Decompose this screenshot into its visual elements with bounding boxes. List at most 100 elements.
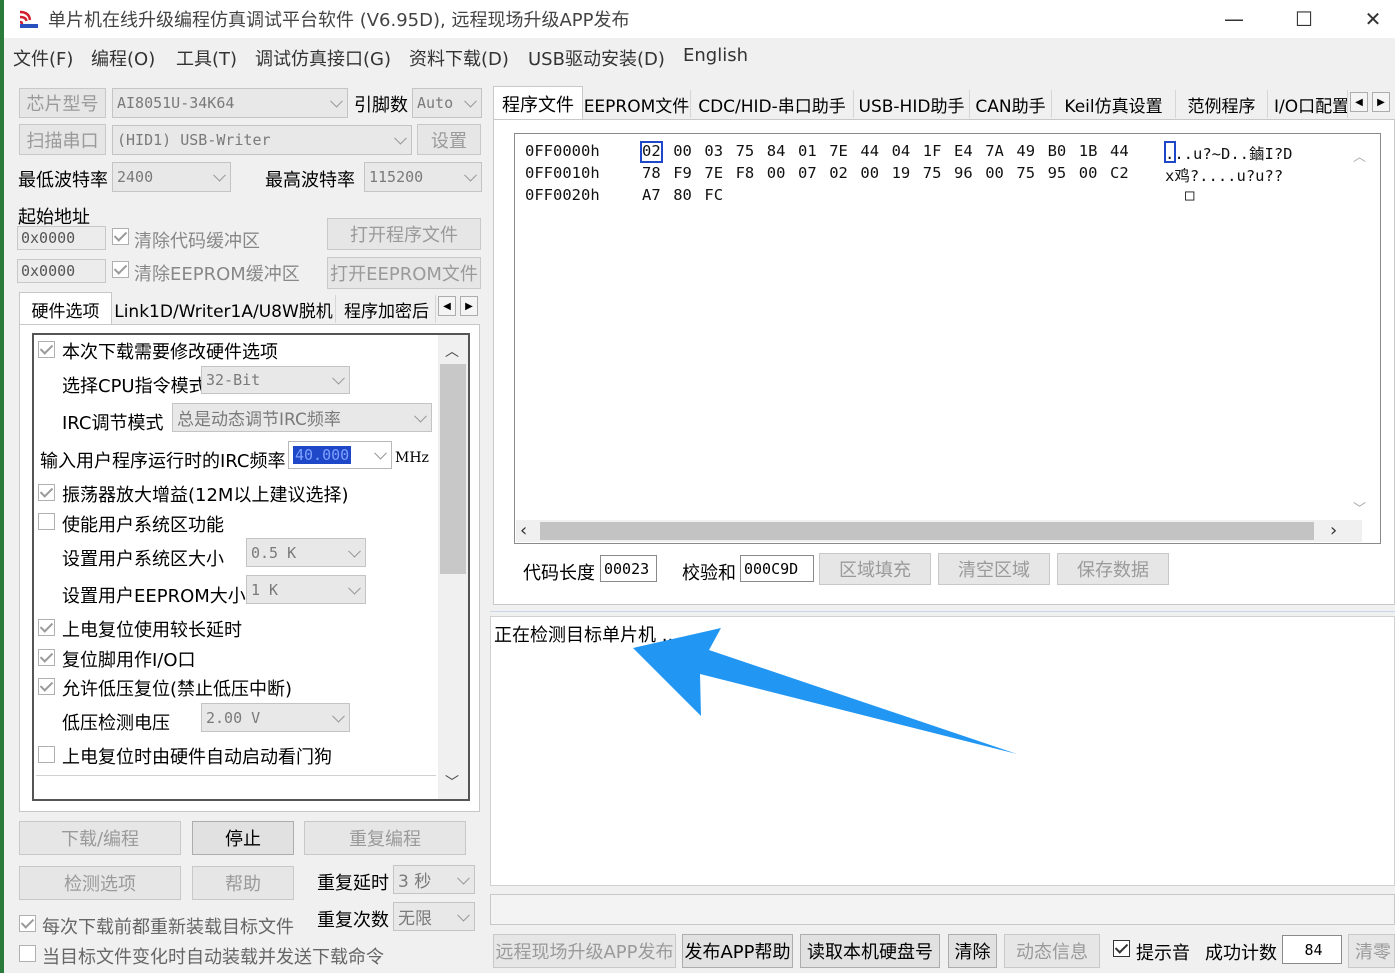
scroll-down-icon[interactable]: ﹀	[445, 772, 459, 792]
irc-mode-select[interactable]: 总是动态调节IRC频率	[172, 403, 432, 432]
reset-pin-io-checkbox[interactable]	[38, 649, 55, 666]
hex-byte: 1F	[922, 142, 942, 160]
menu-tools[interactable]: 工具(T)	[176, 45, 237, 71]
cpu-mode-value: 32-Bit	[206, 371, 261, 389]
user-eeprom-size-label: 设置用户EEPROM大小	[62, 586, 246, 607]
hex-hscrollbar-thumb[interactable]	[540, 522, 1314, 540]
save-data-button[interactable]: 保存数据	[1057, 553, 1169, 585]
right-tab-scroll-left-button[interactable]: ◀	[1350, 92, 1368, 112]
publish-app-button[interactable]: 远程现场升级APP发布	[493, 934, 676, 968]
menu-file[interactable]: 文件(F)	[13, 45, 73, 71]
checksum-value: 000C9D	[740, 555, 814, 582]
osc-gain-checkbox[interactable]	[38, 484, 55, 501]
menu-program[interactable]: 编程(O)	[91, 45, 155, 71]
scan-port-button[interactable]: 扫描串口	[19, 124, 106, 155]
close-button[interactable]: ✕	[1338, 0, 1395, 38]
chevron-down-icon	[213, 168, 226, 182]
stop-button[interactable]: 停止	[192, 821, 294, 855]
right-tab-scroll-right-button[interactable]: ▶	[1372, 92, 1390, 112]
cpu-mode-select[interactable]: 32-Bit	[201, 366, 350, 394]
chevron-down-icon	[457, 871, 470, 885]
tab-cdc-hid-serial[interactable]: CDC/HID-串口助手	[691, 90, 854, 118]
read-disk-id-button[interactable]: 读取本机硬盘号	[800, 934, 940, 968]
modify-hw-options-checkbox[interactable]	[38, 341, 55, 358]
min-baud-select[interactable]: 2400	[112, 162, 231, 192]
clear-count-button[interactable]: 清零	[1348, 934, 1395, 968]
minimize-button[interactable]: —	[1199, 0, 1269, 38]
menu-debug-interface[interactable]: 调试仿真接口(G)	[255, 45, 391, 71]
port-select[interactable]: (HID1) USB-Writer	[112, 125, 412, 155]
repeat-count-select[interactable]: 无限	[393, 902, 475, 931]
download-program-button[interactable]: 下载/编程	[19, 821, 181, 855]
auto-load-checkbox[interactable]	[19, 945, 36, 962]
chip-type-button[interactable]: 芯片型号	[19, 88, 106, 118]
port-settings-button[interactable]: 设置	[417, 124, 481, 155]
irc-mode-value: 总是动态调节IRC频率	[177, 410, 341, 430]
tab-can[interactable]: CAN助手	[970, 90, 1052, 118]
hex-scroll-up-icon[interactable]: ︿	[1353, 146, 1366, 165]
repeat-program-button[interactable]: 重复编程	[304, 821, 466, 855]
help-button[interactable]: 帮助	[192, 866, 294, 900]
tab-examples[interactable]: 范例程序	[1176, 90, 1268, 118]
user-eeprom-size-select[interactable]: 1 K	[246, 575, 366, 604]
hex-address: 0FF0010h	[525, 164, 600, 182]
clear-area-button[interactable]: 清空区域	[938, 553, 1050, 585]
tab-scroll-left-button[interactable]: ◀	[438, 296, 456, 316]
options-scrollbar-thumb[interactable]	[440, 364, 466, 574]
minimize-icon: —	[1224, 7, 1244, 31]
lv-detect-select[interactable]: 2.00 V	[201, 703, 350, 732]
port-value: (HID1) USB-Writer	[117, 131, 271, 149]
hex-byte: 1B	[1078, 142, 1098, 160]
eeprom-start-address-input[interactable]: 0x0000	[17, 259, 106, 283]
tab-scroll-right-button[interactable]: ▶	[460, 296, 478, 316]
hex-byte: 7A	[985, 142, 1004, 160]
chip-type-select[interactable]: AI8051U-34K64	[112, 88, 348, 118]
user-system-size-select[interactable]: 0.5 K	[246, 538, 366, 567]
beep-checkbox[interactable]	[1113, 940, 1130, 957]
tab-program-file[interactable]: 程序文件	[493, 86, 583, 120]
reload-before-download-checkbox[interactable]	[19, 915, 36, 932]
max-baud-value: 115200	[369, 168, 424, 186]
pin-count-select[interactable]: Auto	[412, 88, 482, 118]
clear-eeprom-buffer-checkbox[interactable]	[112, 261, 129, 278]
menu-usb-driver[interactable]: USB驱动安装(D)	[528, 45, 665, 71]
menu-english[interactable]: English	[683, 45, 748, 66]
irc-freq-input[interactable]: 40.000	[288, 441, 392, 469]
scroll-up-icon[interactable]: ︿	[445, 341, 459, 361]
hex-address: 0FF0020h	[525, 186, 600, 204]
long-reset-delay-checkbox[interactable]	[38, 619, 55, 636]
hex-scroll-right-icon[interactable]: ›	[1330, 520, 1337, 541]
publish-app-help-button[interactable]: 发布APP帮助	[682, 934, 793, 968]
watchdog-checkbox[interactable]	[38, 746, 55, 763]
dynamic-info-button[interactable]: 动态信息	[1004, 934, 1100, 968]
area-fill-button[interactable]: 区域填充	[819, 553, 931, 585]
hex-byte: 7E	[829, 142, 848, 160]
max-baud-select[interactable]: 115200	[364, 162, 482, 192]
tab-program-encrypt[interactable]: 程序加密后	[336, 295, 436, 323]
lv-detect-value: 2.00 V	[206, 708, 261, 727]
clear-code-buffer-checkbox[interactable]	[112, 228, 129, 245]
tab-keil-sim[interactable]: Keil仿真设置	[1052, 90, 1176, 118]
hex-byte: 01	[798, 142, 817, 160]
detect-options-button[interactable]: 检测选项	[19, 866, 181, 900]
tab-usb-hid[interactable]: USB-HID助手	[854, 90, 970, 118]
irc-freq-unit: MHz	[395, 450, 429, 466]
tab-hardware-options[interactable]: 硬件选项	[19, 292, 112, 325]
repeat-delay-select[interactable]: 3 秒	[393, 865, 475, 894]
menu-downloads[interactable]: 资料下载(D)	[409, 45, 509, 71]
maximize-button[interactable]: ☐	[1269, 0, 1339, 38]
open-eeprom-file-button[interactable]: 打开EEPROM文件	[327, 257, 481, 289]
open-program-file-button[interactable]: 打开程序文件	[327, 218, 481, 250]
tab-eeprom-file[interactable]: EEPROM文件	[583, 90, 691, 118]
hex-scroll-left-icon[interactable]: ‹	[520, 520, 527, 541]
hex-byte: 7E	[704, 164, 724, 182]
hex-cursor	[640, 141, 663, 163]
tab-io-config[interactable]: I/O口配置	[1268, 90, 1348, 118]
tab-offline-writer[interactable]: Link1D/Writer1A/U8W脱机	[112, 295, 336, 323]
low-voltage-reset-checkbox[interactable]	[38, 678, 55, 695]
user-system-area-checkbox[interactable]	[38, 513, 55, 530]
hex-byte: 04	[891, 142, 911, 160]
clear-log-button[interactable]: 清除	[948, 934, 997, 968]
hex-scroll-down-icon[interactable]: ﹀	[1353, 498, 1366, 517]
code-start-address-input[interactable]: 0x0000	[17, 226, 106, 250]
